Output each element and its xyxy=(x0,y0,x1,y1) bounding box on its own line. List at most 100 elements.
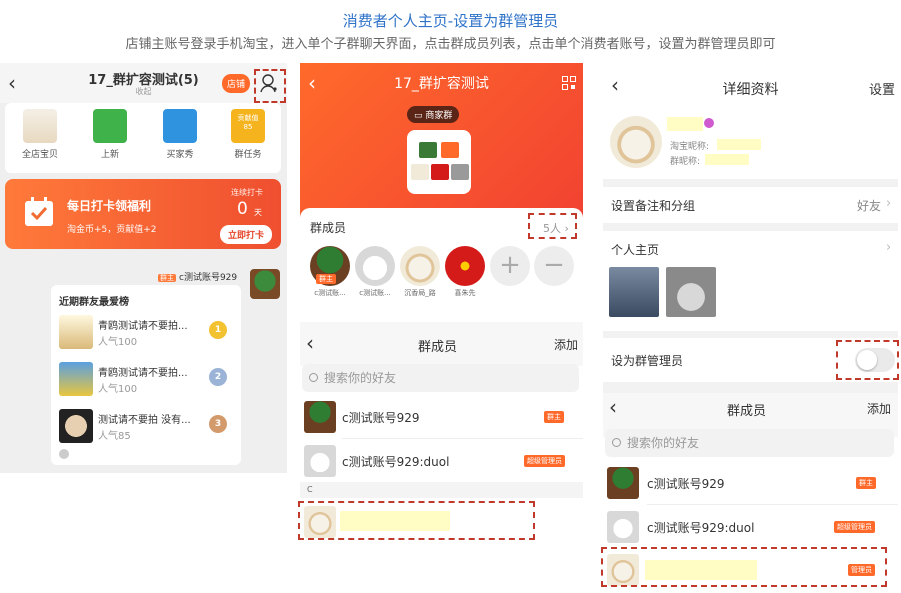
group-avatar-cell xyxy=(419,142,437,158)
qr-code-icon[interactable] xyxy=(562,76,576,90)
merchant-badge-label: 商家群 xyxy=(425,111,453,121)
toggle-knob xyxy=(857,350,877,370)
list-item-admin[interactable]: 管理员 xyxy=(603,548,898,592)
card-indicator-icon xyxy=(59,449,69,459)
member-name: c测试账... xyxy=(314,289,346,297)
member-avatar[interactable] xyxy=(355,246,395,286)
shortcut-buyer-show[interactable]: 买家秀 xyxy=(150,109,210,160)
settings-button[interactable]: 设置 xyxy=(869,79,895,98)
sender-avatar[interactable] xyxy=(250,269,280,299)
member-avatar xyxy=(607,511,639,543)
member-avatar xyxy=(304,445,336,477)
doc-title: 消费者个人主页-设置为群管理员 xyxy=(342,12,559,30)
search-icon xyxy=(309,373,318,382)
list-item[interactable]: c测试账号929:duol 超级管理员 xyxy=(603,505,898,549)
homepage-photo[interactable] xyxy=(609,267,659,317)
ranking-item[interactable]: 青鸥测试请不要拍... 人气100 2 xyxy=(59,360,237,400)
homepage-photo[interactable] xyxy=(666,267,716,317)
profile-avatar[interactable] xyxy=(610,116,662,168)
shortcut-all-items[interactable]: 全店宝贝 xyxy=(10,109,70,160)
ranking-item[interactable]: 测试请不要拍 没有... 人气85 3 xyxy=(59,407,237,447)
contribution-label: 贡献值 xyxy=(237,114,259,122)
shop-icon: ▭ xyxy=(414,111,423,121)
vip-badge-icon xyxy=(704,118,714,128)
group-avatar-cell xyxy=(441,142,459,158)
member-list-screen: ‹ 群成员 添加 搜索你的好友 c测试账号929 群主 c测试账号929:duo… xyxy=(300,322,583,544)
admin-label: 设为群管理员 xyxy=(611,354,684,368)
ranking-item-popularity: 人气85 xyxy=(98,431,131,442)
member-avatar[interactable] xyxy=(445,246,485,286)
list-item[interactable]: c测试账号929 群主 xyxy=(603,461,898,505)
bronze-medal-icon: 3 xyxy=(209,415,227,433)
member-list-title: 群成员 xyxy=(418,340,458,355)
back-icon[interactable]: ‹ xyxy=(609,395,617,419)
admin-row: 设为群管理员 xyxy=(603,338,898,382)
redacted-name xyxy=(667,117,703,131)
ranking-item-name: 青鸥测试请不要拍... xyxy=(98,368,188,379)
homepage-row[interactable]: 个人主页 › xyxy=(603,231,898,331)
member-detail-screen: ‹ 详细资料 设置 淘宝昵称: 群昵称: 设置备注和分组 好友 › 个人主页 ›… xyxy=(603,63,898,393)
shortcut-label: 群任务 xyxy=(234,150,262,160)
checkin-button[interactable]: 立即打卡 xyxy=(220,225,273,244)
ranking-item-name: 测试请不要拍 没有... xyxy=(98,415,191,426)
member-avatar xyxy=(607,554,639,586)
streak-value: 0 xyxy=(237,199,248,219)
list-item[interactable]: c测试账号929:duol 超级管理员 xyxy=(300,439,583,483)
redacted-name xyxy=(340,511,450,531)
member-name: 喜朱先 xyxy=(454,289,476,297)
product-thumbnail xyxy=(59,362,93,396)
chevron-right-icon: › xyxy=(564,222,569,235)
ranking-title: 近期群友最爱榜 xyxy=(59,297,129,308)
add-button[interactable]: 添加 xyxy=(867,400,891,417)
search-icon xyxy=(612,438,621,447)
gold-medal-icon: 1 xyxy=(209,321,227,339)
back-icon[interactable]: ‹ xyxy=(306,331,314,355)
member-avatar[interactable] xyxy=(400,246,440,286)
member-name: 沉香局_路 xyxy=(404,289,436,297)
search-input[interactable]: 搜索你的好友 xyxy=(302,364,579,392)
ranking-item[interactable]: 青鸥测试请不要拍... 人气100 1 xyxy=(59,313,237,353)
shop-button[interactable]: 店铺 xyxy=(222,74,251,93)
detail-title: 详细资料 xyxy=(722,82,779,98)
remove-member-button[interactable]: − xyxy=(534,246,574,286)
remark-label: 设置备注和分组 xyxy=(611,199,696,213)
remark-value: 好友 xyxy=(857,199,882,213)
group-avatar[interactable] xyxy=(407,130,471,194)
product-thumbnail xyxy=(59,409,93,443)
streak-unit: 天 xyxy=(254,208,262,217)
remark-row[interactable]: 设置备注和分组 好友 › xyxy=(603,187,898,223)
owner-tag: 群主 xyxy=(316,274,336,284)
members-title: 群成员 xyxy=(310,221,347,235)
shortcut-new-arrival[interactable]: 上新 xyxy=(80,109,140,160)
ranking-card[interactable]: 近期群友最爱榜 青鸥测试请不要拍... 人气100 1 青鸥测试请不要拍... … xyxy=(51,285,241,465)
doc-subtitle: 店铺主账号登录手机淘宝，进入单个子群聊天界面，点击群成员列表，点击单个消费者账号… xyxy=(125,37,776,52)
group-nick-label: 群昵称: xyxy=(670,157,701,167)
perfume-icon xyxy=(23,109,57,143)
list-item[interactable]: c测试账号929 群主 xyxy=(300,395,583,439)
add-member-button[interactable]: + xyxy=(490,246,530,286)
ranking-item-name: 青鸥测试请不要拍... xyxy=(98,321,188,332)
redacted-group-nick xyxy=(705,154,749,165)
add-button[interactable]: 添加 xyxy=(554,336,578,353)
chat-sender-row: 群主 c测试账号929 xyxy=(158,270,237,283)
homepage-label: 个人主页 xyxy=(611,243,660,257)
group-avatar-cell xyxy=(411,164,429,180)
member-name: c测试账号929:duol xyxy=(647,521,755,535)
checkin-title: 每日打卡领福利 xyxy=(67,199,152,213)
shortcut-group-task[interactable]: 贡献值 85 群任务 xyxy=(218,109,278,160)
admin-toggle[interactable] xyxy=(855,348,895,372)
search-input[interactable]: 搜索你的好友 xyxy=(605,429,894,457)
group-chat-screen: ‹ 17_群扩容测试(5) 收起 店铺 全店宝贝 上新 买家秀 贡献值 85 群 xyxy=(0,63,287,473)
group-members-icon[interactable] xyxy=(260,73,278,93)
profile-section: 淘宝昵称: 群昵称: xyxy=(603,111,898,179)
members-count[interactable]: 5人 › xyxy=(543,220,569,236)
owner-tag: 群主 xyxy=(544,411,564,423)
admin-tag: 管理员 xyxy=(848,564,875,576)
list-item-target[interactable] xyxy=(300,500,583,544)
member-avatar xyxy=(607,467,639,499)
streak-label: 连续打卡 xyxy=(231,188,263,197)
section-index: C xyxy=(300,482,583,498)
taobao-nick-label: 淘宝昵称: xyxy=(670,142,710,152)
member-name: c测试账号929 xyxy=(342,411,420,425)
redacted-name xyxy=(645,560,757,580)
